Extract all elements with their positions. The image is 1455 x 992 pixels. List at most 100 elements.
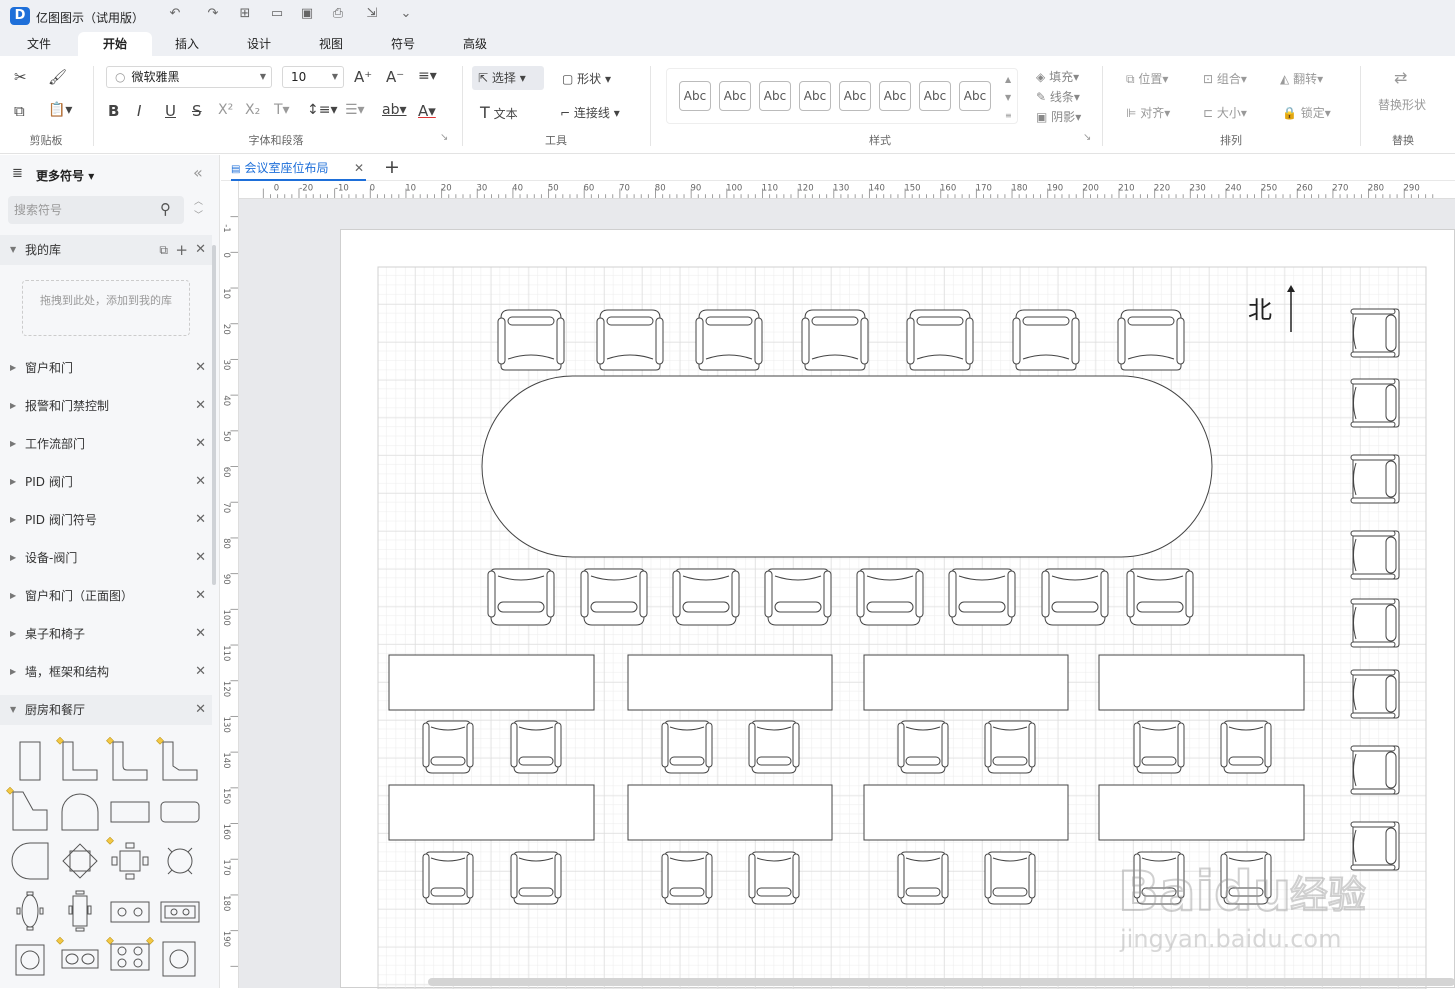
symbol-arch[interactable] — [61, 793, 99, 831]
library-category-expanded[interactable]: ▼ 厨房和餐厅 ✕ — [0, 695, 212, 725]
desk[interactable] — [863, 784, 1069, 841]
chair[interactable] — [661, 720, 713, 774]
chair[interactable] — [1350, 745, 1400, 795]
chair[interactable] — [1220, 720, 1272, 774]
close-icon[interactable]: ✕ — [195, 543, 206, 573]
chair[interactable] — [748, 720, 800, 774]
chair[interactable] — [661, 851, 713, 905]
import-icon[interactable]: ⧉ — [159, 235, 168, 265]
chair[interactable] — [1350, 454, 1400, 504]
symbol-corner-counter[interactable] — [12, 791, 48, 831]
chair[interactable] — [764, 568, 832, 626]
library-category[interactable]: ▶ PID 阀门符号 ✕ — [0, 505, 212, 535]
symbol-round-rect-table[interactable] — [160, 801, 200, 823]
align-button[interactable]: ⊫ 对齐▾ — [1126, 104, 1170, 121]
chair[interactable] — [801, 309, 869, 371]
close-icon[interactable]: ✕ — [195, 467, 206, 497]
close-icon[interactable]: ✕ — [195, 353, 206, 383]
close-icon[interactable]: ✕ — [195, 619, 206, 649]
symbol-l-counter-angled[interactable] — [162, 741, 198, 781]
chair[interactable] — [1350, 308, 1400, 358]
shrink-font-icon[interactable]: A⁻ — [386, 68, 404, 86]
symbol-oven[interactable] — [160, 901, 200, 923]
line-button[interactable]: ✎ 线条▾ — [1036, 88, 1080, 105]
chair[interactable] — [1117, 309, 1185, 371]
symbol-sink[interactable] — [15, 944, 45, 976]
flip-button[interactable]: ◭ 翻转▾ — [1280, 70, 1323, 87]
style-option[interactable]: Abc — [799, 81, 831, 111]
font-family-select[interactable]: ○ 微软雅黑 ▼ — [106, 66, 272, 88]
close-icon[interactable]: ✕ — [195, 235, 206, 265]
more-symbols-button[interactable]: 更多符号 ▾ — [36, 167, 94, 184]
position-button[interactable]: ⧉ 位置▾ — [1126, 70, 1168, 87]
list-icon[interactable]: ☰▾ — [345, 102, 365, 118]
redo-icon[interactable]: ↷ — [203, 6, 223, 21]
print-icon[interactable]: ⎙ — [328, 6, 348, 21]
close-icon[interactable]: ✕ — [195, 429, 206, 459]
symbol-oval-table[interactable] — [16, 891, 44, 931]
format-painter-icon[interactable]: 🖌 — [48, 68, 67, 86]
align-icon[interactable]: ≡▾ — [418, 68, 437, 84]
library-category[interactable]: ▶ 工作流部门 ✕ — [0, 429, 212, 459]
chair[interactable] — [580, 568, 648, 626]
symbol-l-counter[interactable] — [62, 741, 98, 781]
group-button[interactable]: ⊡ 组合▾ — [1203, 70, 1247, 87]
expand-icon[interactable]: ↘ — [1083, 132, 1091, 143]
grow-font-icon[interactable]: A⁺ — [354, 68, 372, 86]
library-category[interactable]: ▶ 桌子和椅子 ✕ — [0, 619, 212, 649]
shadow-button[interactable]: ▣ 阴影▾ — [1036, 108, 1081, 125]
text-highlight-icon[interactable]: ab▾ — [382, 102, 407, 118]
chair[interactable] — [748, 851, 800, 905]
conference-table[interactable] — [481, 375, 1213, 558]
gallery-scroll-icon[interactable]: ▲ ▼ ≡ — [1005, 71, 1012, 125]
symbol-cooktop[interactable] — [110, 901, 150, 923]
shape-tool-button[interactable]: ▢ 形状 ▾ — [562, 70, 611, 87]
symbol-rect-table-chairs[interactable] — [68, 890, 92, 932]
chair[interactable] — [510, 720, 562, 774]
desk[interactable] — [627, 784, 833, 841]
add-icon[interactable]: + — [175, 235, 188, 265]
symbol-stove[interactable] — [110, 943, 150, 971]
chair[interactable] — [422, 720, 474, 774]
strikethrough-icon[interactable]: S — [192, 102, 202, 120]
lock-button[interactable]: 🔒 锁定▾ — [1282, 104, 1331, 121]
cut-icon[interactable]: ✂ — [14, 68, 27, 86]
chair[interactable] — [906, 309, 974, 371]
replace-shape-icon[interactable]: ⇄ — [1394, 68, 1407, 87]
symbol-double-sink[interactable] — [61, 949, 99, 969]
symbol-search-input[interactable]: 搜索符号 — [8, 196, 184, 224]
style-option[interactable]: Abc — [759, 81, 791, 111]
line-spacing-icon[interactable]: ↕≡▾ — [307, 102, 338, 118]
chair[interactable] — [1350, 598, 1400, 648]
connector-tool-button[interactable]: ⌐ 连接线 ▾ — [560, 104, 620, 121]
text-case-icon[interactable]: T▾ — [274, 102, 290, 118]
chair[interactable] — [1133, 720, 1185, 774]
close-icon[interactable]: ✕ — [195, 657, 206, 687]
paste-icon[interactable]: 📋▾ — [48, 102, 72, 118]
style-option[interactable]: Abc — [879, 81, 911, 111]
library-category[interactable]: ▶ 墙，框架和结构 ✕ — [0, 657, 212, 687]
symbol-counter[interactable] — [19, 741, 41, 781]
style-option[interactable]: Abc — [959, 81, 991, 111]
more-icon[interactable]: ⌄ — [396, 6, 416, 21]
chair[interactable] — [1012, 309, 1080, 371]
chair[interactable] — [1350, 530, 1400, 580]
chair[interactable] — [1126, 568, 1194, 626]
chair[interactable] — [897, 851, 949, 905]
chair[interactable] — [1350, 378, 1400, 428]
italic-icon[interactable]: I — [137, 102, 141, 120]
symbol-diamond-table[interactable] — [62, 843, 98, 879]
replace-shape-button[interactable]: 替换形状 — [1378, 96, 1426, 113]
desk[interactable] — [627, 654, 833, 711]
symbol-round-table-chairs[interactable] — [167, 847, 193, 875]
export-icon[interactable]: ⇲ — [362, 6, 382, 21]
new-icon[interactable]: ⊞ — [235, 6, 255, 21]
chair[interactable] — [984, 851, 1036, 905]
close-icon[interactable]: ✕ — [195, 695, 206, 725]
chair[interactable] — [856, 568, 924, 626]
menu-insert[interactable]: 插入 — [157, 32, 217, 56]
size-button[interactable]: ⊏ 大小▾ — [1203, 104, 1247, 121]
superscript-icon[interactable]: X² — [218, 102, 233, 118]
panel-scrollbar[interactable] — [212, 245, 216, 585]
chair[interactable] — [487, 568, 555, 626]
